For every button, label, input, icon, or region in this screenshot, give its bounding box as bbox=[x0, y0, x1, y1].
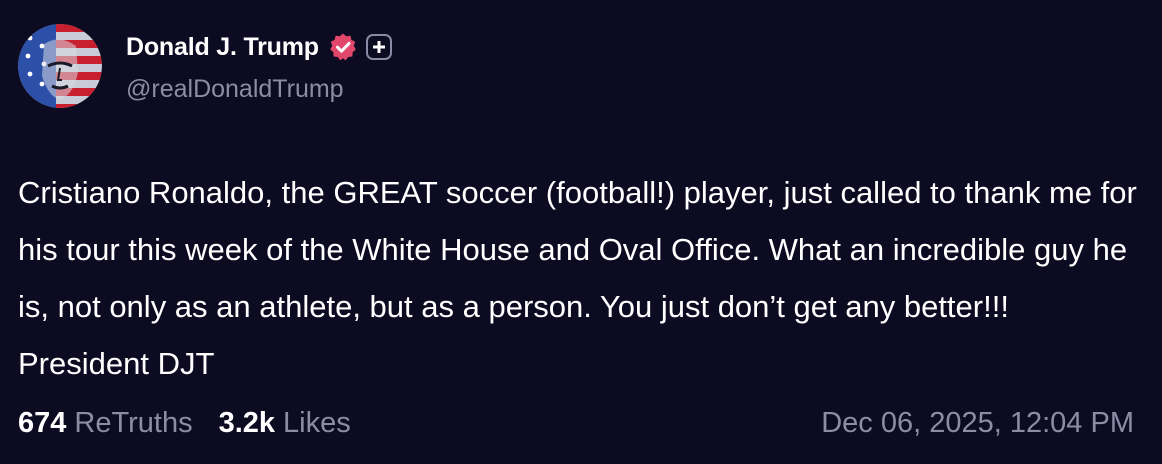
likes-count: 3.2k bbox=[218, 406, 276, 439]
retruths-label: ReTruths bbox=[74, 406, 193, 439]
post-text: Cristiano Ronaldo, the GREAT soccer (foo… bbox=[18, 175, 1137, 381]
post-timestamp[interactable]: Dec 06, 2025, 12:04 PM bbox=[821, 407, 1134, 440]
likes-label: Likes bbox=[283, 406, 351, 439]
avatar[interactable] bbox=[18, 24, 102, 108]
avatar-image bbox=[18, 24, 102, 108]
plus-square-icon bbox=[365, 34, 392, 60]
author-name-row: Donald J. Trump bbox=[126, 30, 392, 64]
post-card: Donald J. Trump @realDonaldTrump Cristia… bbox=[0, 0, 1162, 464]
post-footer: 674 ReTruths 3.2k Likes Dec 06, 2025, 12… bbox=[18, 402, 1134, 444]
author-display-name[interactable]: Donald J. Trump bbox=[126, 33, 319, 62]
verified-badge-icon bbox=[330, 33, 356, 61]
author-handle[interactable]: @realDonaldTrump bbox=[126, 75, 344, 104]
retruths-count: 674 bbox=[18, 406, 67, 439]
retruths-stat[interactable]: 674 ReTruths bbox=[18, 407, 193, 440]
likes-stat[interactable]: 3.2k Likes bbox=[219, 407, 351, 440]
